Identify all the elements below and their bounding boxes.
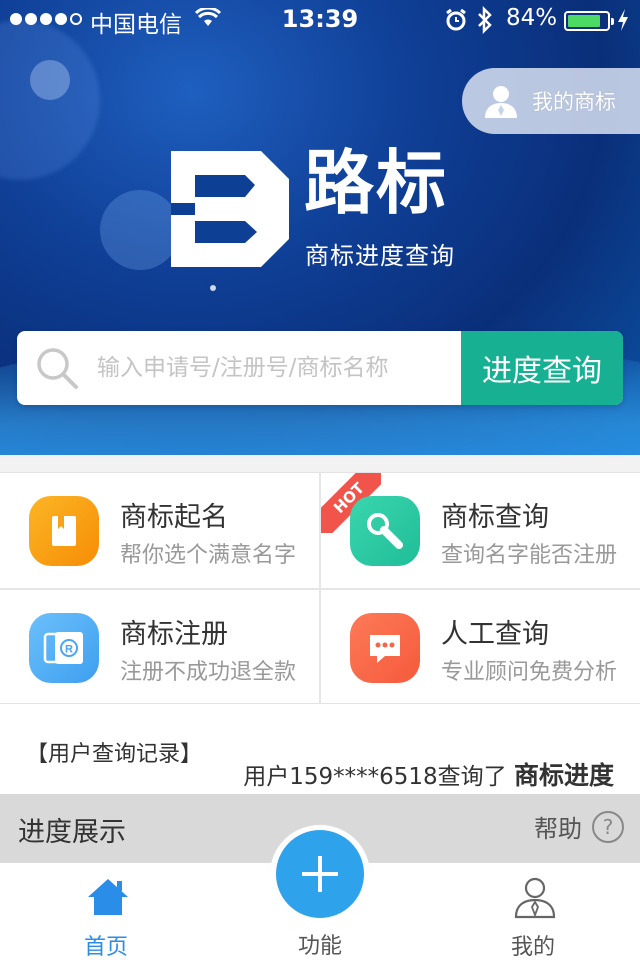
my-trademark-label: 我的商标 xyxy=(532,90,616,114)
search-input[interactable] xyxy=(97,331,461,405)
feature-title: 人工查询 xyxy=(441,619,549,650)
magnifier-icon xyxy=(350,496,420,566)
user-query-record: 【用户查询记录】 用户159****6518查询了 商标进度 xyxy=(0,704,640,794)
bokeh-light xyxy=(210,285,216,291)
logo-subtitle: 商标进度查询 xyxy=(305,242,455,270)
record-prefix: 用户159****6518查询了 xyxy=(243,764,507,790)
svg-text:R: R xyxy=(65,644,73,656)
feature-title: 商标注册 xyxy=(120,619,228,650)
progress-title: 进度展示 xyxy=(18,817,126,848)
bokeh-light xyxy=(30,60,70,100)
registered-cards-icon: R xyxy=(29,613,99,683)
charging-icon xyxy=(618,9,628,31)
plus-icon xyxy=(302,856,338,892)
chat-bubble-icon xyxy=(350,613,420,683)
feature-subtitle: 查询名字能否注册 xyxy=(441,543,618,568)
battery-icon xyxy=(564,11,614,31)
battery-fill xyxy=(568,15,600,27)
feature-grid: 商标起名 帮你选个满意名字 HOT 商标查询 查询名字能否注册 R 商标注册 注… xyxy=(0,472,640,704)
tab-home[interactable]: 首页 xyxy=(46,863,166,960)
progress-query-button[interactable]: 进度查询 xyxy=(461,331,623,405)
feature-subtitle: 帮你选个满意名字 xyxy=(120,543,297,568)
record-text: 用户159****6518查询了 商标进度 xyxy=(243,756,614,792)
help-label: 帮助 xyxy=(534,815,582,843)
feature-subtitle: 注册不成功退全款 xyxy=(120,660,297,685)
bluetooth-icon xyxy=(478,6,492,34)
feature-trademark-naming[interactable]: 商标起名 帮你选个满意名字 xyxy=(0,473,319,588)
user-icon xyxy=(485,86,517,118)
feature-trademark-search[interactable]: HOT 商标查询 查询名字能否注册 xyxy=(321,473,640,588)
tab-mine[interactable]: 我的 xyxy=(473,863,593,960)
alarm-icon xyxy=(446,8,466,31)
feature-title: 商标查询 xyxy=(441,502,549,533)
logo-title: 路标 xyxy=(304,142,448,224)
search-icon xyxy=(17,331,97,405)
feature-manual-search[interactable]: 人工查询 专业顾问免费分析 xyxy=(321,590,640,705)
status-bar: 中国电信 13:39 84% xyxy=(0,0,640,40)
logo-b-icon xyxy=(171,151,289,267)
help-button[interactable]: 帮助 ? xyxy=(534,809,624,844)
my-trademark-button[interactable]: 我的商标 xyxy=(462,68,640,134)
feature-subtitle: 专业顾问免费分析 xyxy=(441,660,618,685)
feature-title: 商标起名 xyxy=(120,502,228,533)
home-icon xyxy=(88,879,128,915)
tab-function-label: 功能 xyxy=(297,934,342,959)
tab-home-label: 首页 xyxy=(83,935,128,960)
bookmark-book-icon xyxy=(29,496,99,566)
question-icon: ? xyxy=(592,810,624,843)
feature-trademark-registration[interactable]: R 商标注册 注册不成功退全款 xyxy=(0,590,319,705)
record-highlight: 商标进度 xyxy=(513,761,614,790)
search-bar: 进度查询 xyxy=(17,331,623,405)
battery-percent: 84% xyxy=(506,5,558,31)
bokeh-light xyxy=(100,190,180,270)
tab-mine-label: 我的 xyxy=(510,935,555,960)
function-button[interactable] xyxy=(276,830,364,918)
record-label: 【用户查询记录】 xyxy=(26,742,203,767)
user-outline-icon xyxy=(514,877,556,919)
